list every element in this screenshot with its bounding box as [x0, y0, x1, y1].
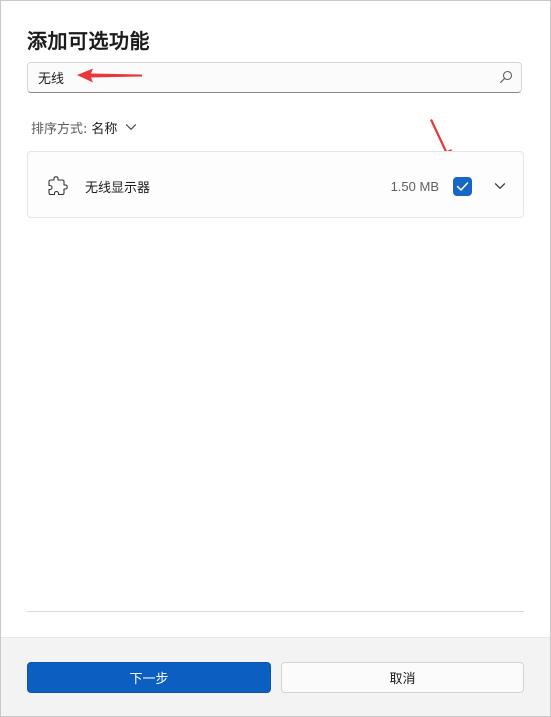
add-optional-feature-dialog: 添加可选功能 排序方式: 名称 无线显示器 1.50 MB	[0, 0, 551, 717]
expand-chevron-down-icon[interactable]	[494, 180, 506, 192]
cancel-button[interactable]: 取消	[281, 662, 524, 693]
search-input[interactable]	[28, 63, 488, 92]
dialog-title: 添加可选功能	[27, 29, 150, 53]
search-box[interactable]	[27, 62, 522, 93]
puzzle-piece-icon	[48, 176, 68, 196]
sort-dropdown[interactable]: 排序方式: 名称	[31, 117, 137, 137]
sort-label: 排序方式:	[31, 121, 88, 137]
search-icon[interactable]	[499, 70, 513, 84]
divider	[27, 611, 524, 612]
feature-checkbox[interactable]	[453, 177, 472, 196]
chevron-down-icon	[126, 124, 137, 130]
feature-name: 无线显示器	[85, 181, 151, 196]
sort-value: 名称	[91, 121, 118, 137]
dialog-footer: 下一步 取消	[1, 637, 550, 716]
feature-list-item[interactable]: 无线显示器 1.50 MB	[27, 151, 524, 218]
next-button[interactable]: 下一步	[27, 662, 271, 693]
checkmark-icon	[456, 182, 469, 191]
feature-size: 1.50 MB	[390, 179, 439, 194]
